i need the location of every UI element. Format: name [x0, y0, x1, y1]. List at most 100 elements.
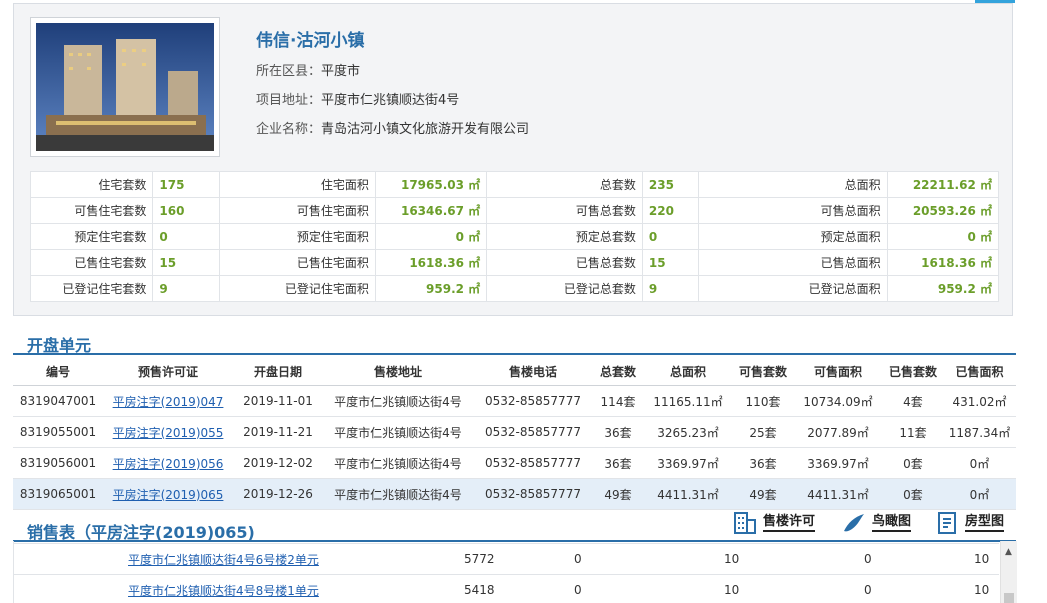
stats-label: 预定总套数	[486, 223, 643, 250]
permit-button[interactable]: 售楼许可	[733, 510, 816, 536]
building-icon	[734, 512, 756, 534]
table-cell: 平度市仁兆镇顺达街4号	[323, 416, 473, 448]
table-cell: 2077.89㎡	[793, 416, 883, 448]
column-header: 编号	[13, 357, 103, 386]
stats-label: 已售住宅套数	[29, 249, 154, 276]
district-label: 所在区县：	[256, 64, 322, 79]
project-photo[interactable]	[30, 17, 220, 157]
stats-value: 1618.36 ㎡	[374, 249, 488, 276]
stats-value: 0	[641, 223, 699, 250]
building-cell: 平度市仁兆镇顺达街4号6号楼2单元	[14, 543, 334, 575]
table-cell: 2019-11-21	[233, 416, 323, 448]
scroll-thumb[interactable]	[1004, 593, 1014, 603]
column-header: 售楼电话	[473, 357, 593, 386]
table-cell: 2019-12-02	[233, 447, 323, 479]
table-row[interactable]: 8319055001 平房注字(2019)055 2019-11-21 平度市仁兆镇顺…	[13, 416, 1016, 448]
stats-value: 1618.36 ㎡	[886, 249, 1000, 276]
column-header: 售楼地址	[323, 357, 473, 386]
column-header: 可售面积	[793, 357, 883, 386]
table-cell: 49套	[733, 478, 793, 510]
stats-label: 总面积	[697, 171, 888, 198]
table-cell: 4411.31㎡	[793, 478, 883, 510]
stats-label: 已售总套数	[486, 249, 643, 276]
stats-value: 9	[641, 275, 699, 302]
table-cell: 0	[564, 574, 714, 603]
sales-table-viewport[interactable]: 平度市仁兆镇顺达街4号6号楼2单元 5772 0 10 0 10 平度市仁兆镇顺达街4号8号…	[13, 541, 1017, 603]
column-header: 已售面积	[943, 357, 1016, 386]
column-header: 开盘日期	[233, 357, 323, 386]
sales-scrollbar[interactable]: ▲	[1000, 541, 1017, 603]
building-link[interactable]: 平度市仁兆镇顺达街4号6号楼2单元	[128, 553, 319, 567]
table-row[interactable]: 8319065001 平房注字(2019)065 2019-12-26 平度市仁兆镇顺…	[13, 478, 1016, 510]
table-cell: 36套	[593, 416, 643, 448]
stats-row: 可售住宅套数 160 可售住宅面积 16346.67 ㎡可售总套数 220 可售总面积 20…	[29, 197, 1000, 224]
table-cell: 8319056001	[13, 447, 103, 479]
stats-label: 已登记住宅面积	[219, 275, 376, 302]
stats-label: 总套数	[486, 171, 643, 198]
stats-label: 已售总面积	[697, 249, 888, 276]
stats-value: 220	[641, 197, 699, 224]
table-cell: 10734.09㎡	[793, 385, 883, 417]
table-cell: 平度市仁兆镇顺达街4号	[323, 447, 473, 479]
stats-value: 160	[152, 197, 221, 224]
scroll-up-icon[interactable]: ▲	[1005, 547, 1012, 557]
table-cell: 36套	[733, 447, 793, 479]
document-icon	[938, 512, 956, 534]
table-cell: 0套	[883, 478, 943, 510]
aerial-button[interactable]: 鸟瞰图	[842, 510, 912, 536]
stats-label: 已售住宅面积	[219, 249, 376, 276]
table-cell: 0㎡	[943, 447, 1016, 479]
permit-cell: 平房注字(2019)055	[103, 416, 233, 448]
stats-label: 预定总面积	[697, 223, 888, 250]
table-cell: 平度市仁兆镇顺达街4号	[323, 385, 473, 417]
table-cell: 10	[964, 574, 999, 603]
table-cell: 25套	[733, 416, 793, 448]
permit-link[interactable]: 平房注字(2019)055	[113, 426, 224, 440]
table-cell: 0㎡	[943, 478, 1016, 510]
address-label: 项目地址：	[256, 93, 322, 108]
table-cell: 431.02㎡	[943, 385, 1016, 417]
permit-button-label: 售楼许可	[763, 514, 816, 532]
table-row[interactable]: 8319056001 平房注字(2019)056 2019-12-02 平度市仁兆镇顺…	[13, 447, 1016, 479]
stats-row: 预定住宅套数 0 预定住宅面积 0 ㎡预定总套数 0 预定总面积 0 ㎡	[29, 223, 1000, 250]
table-cell: 0	[854, 574, 964, 603]
units-section-header: 开盘单元	[13, 329, 1016, 355]
table-cell: 0532-85857777	[473, 385, 593, 417]
stats-value: 20593.26 ㎡	[886, 197, 1000, 224]
table-cell: 8319047001	[13, 385, 103, 417]
column-header: 预售许可证	[103, 357, 233, 386]
floorplan-button[interactable]: 房型图	[935, 510, 1005, 536]
district-line: 所在区县：平度市	[256, 60, 360, 79]
table-cell: 0	[854, 543, 964, 575]
permit-link[interactable]: 平房注字(2019)056	[113, 457, 224, 471]
stats-label: 已登记总套数	[486, 275, 643, 302]
stats-label: 已登记总面积	[697, 275, 888, 302]
permit-link[interactable]: 平房注字(2019)065	[113, 488, 224, 502]
table-row[interactable]: 平度市仁兆镇顺达街4号8号楼1单元 5418 0 10 0 10	[14, 574, 999, 603]
table-cell: 5772	[334, 543, 564, 575]
table-cell: 2019-12-26	[233, 478, 323, 510]
stats-value: 9	[152, 275, 221, 302]
stats-value: 175	[152, 171, 221, 198]
column-header: 可售套数	[733, 357, 793, 386]
stats-value: 235	[641, 171, 699, 198]
table-cell: 10	[714, 574, 854, 603]
table-row[interactable]: 平度市仁兆镇顺达街4号6号楼2单元 5772 0 10 0 10	[14, 543, 999, 575]
stats-label: 预定住宅套数	[29, 223, 154, 250]
table-row[interactable]: 8319047001 平房注字(2019)047 2019-11-01 平度市仁兆镇顺…	[13, 385, 1016, 417]
stats-value: 15	[152, 249, 221, 276]
permit-link[interactable]: 平房注字(2019)047	[113, 395, 224, 409]
table-cell: 10	[964, 543, 999, 575]
table-cell: 3369.97㎡	[793, 447, 883, 479]
table-cell: 5418	[334, 574, 564, 603]
units-table: 编号 预售许可证 开盘日期 售楼地址 售楼电话 总套数 总面积 可售套数 可售面积 已售套数 已售面…	[13, 357, 1016, 510]
building-link[interactable]: 平度市仁兆镇顺达街4号8号楼1单元	[128, 584, 319, 598]
table-cell: 0	[564, 543, 714, 575]
stats-label: 可售总面积	[697, 197, 888, 224]
aerial-button-label: 鸟瞰图	[872, 514, 912, 532]
table-cell: 3369.97㎡	[643, 447, 733, 479]
building-cell: 平度市仁兆镇顺达街4号8号楼1单元	[14, 574, 334, 603]
stats-value: 0 ㎡	[374, 223, 488, 250]
table-cell: 49套	[593, 478, 643, 510]
stats-value: 0	[152, 223, 221, 250]
